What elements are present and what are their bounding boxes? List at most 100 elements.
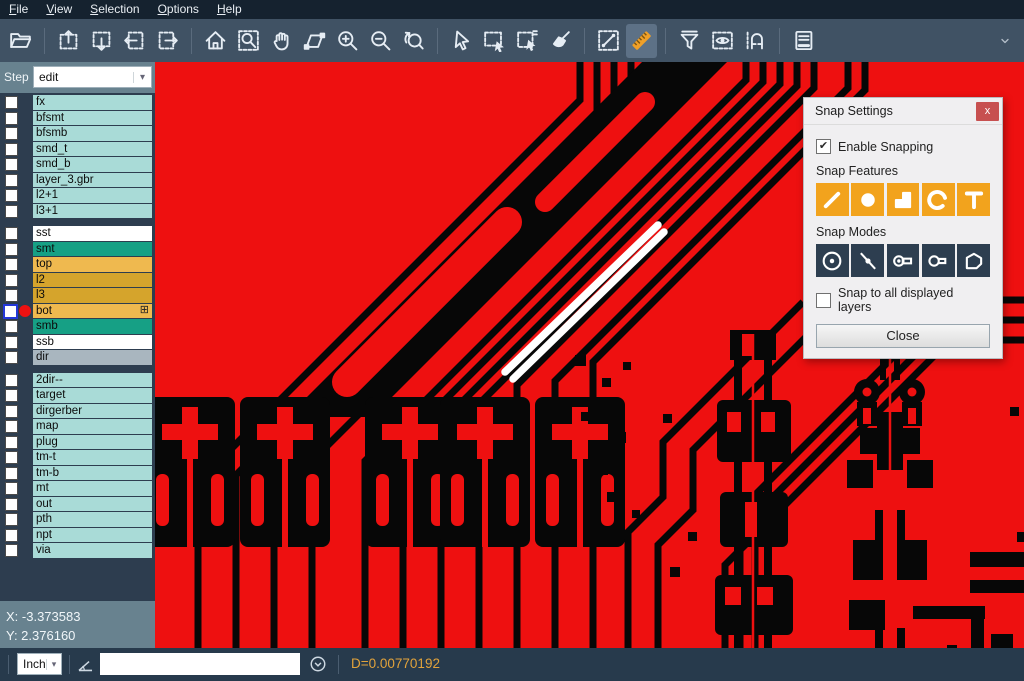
snap-button[interactable] [740,24,771,58]
layer-visibility-checkbox[interactable] [5,498,18,511]
layer-name-dir[interactable]: dir [33,350,152,365]
layer-name-bfsmt[interactable]: bfsmt [33,111,152,126]
layer-name-mt[interactable]: mt [33,481,152,496]
layer-visibility-checkbox[interactable] [5,289,18,302]
snap-pad-entry-button[interactable] [887,244,920,277]
unit-dropdown[interactable]: Inch ▾ [17,653,62,675]
layer-name-target[interactable]: target [33,388,152,403]
layer-visibility-checkbox[interactable] [5,227,18,240]
snap-pad-round-button[interactable] [851,183,884,216]
zoom-in-button[interactable] [332,24,363,58]
layer-name-bot[interactable]: bot⊞ [33,304,152,319]
zoom-previous-button[interactable] [398,24,429,58]
layer-name-layer_3.gbr[interactable]: layer_3.gbr [33,173,152,188]
close-button[interactable]: Close [816,324,990,348]
layer-name-pth[interactable]: pth [33,512,152,527]
layer-visibility-checkbox[interactable] [5,174,18,187]
layer-visibility-checkbox[interactable] [5,143,18,156]
layer-visibility-checkbox[interactable] [5,258,18,271]
layer-name-top[interactable]: top [33,257,152,272]
layer-name-plug[interactable]: plug [33,435,152,450]
layer-name-l3+1[interactable]: l3+1 [33,204,152,219]
layer-visibility-checkbox[interactable] [5,336,18,349]
layer-name-l2[interactable]: l2 [33,273,152,288]
zoom-window-button[interactable] [233,24,264,58]
measure-input[interactable] [100,653,300,675]
shift-up-button[interactable] [53,24,84,58]
home-view-button[interactable] [200,24,231,58]
menu-item-file[interactable]: File [0,0,37,19]
grid-icon[interactable]: ⊞ [140,305,149,316]
snap-center-button[interactable] [816,244,849,277]
view-options-button[interactable] [707,24,738,58]
layer-visibility-checkbox[interactable] [5,405,18,418]
pan-button[interactable] [266,24,297,58]
snap-pad-outline-button[interactable] [922,244,955,277]
layer-name-out[interactable]: out [33,497,152,512]
shift-down-button[interactable] [86,24,117,58]
layer-name-map[interactable]: map [33,419,152,434]
menu-item-selection[interactable]: Selection [81,0,148,19]
layer-visibility-checkbox[interactable] [5,351,18,364]
layer-visibility-checkbox[interactable] [5,274,18,287]
layer-name-bfsmb[interactable]: bfsmb [33,126,152,141]
select-window-button[interactable] [479,24,510,58]
layer-visibility-checkbox[interactable] [5,513,18,526]
layer-visibility-checkbox[interactable] [5,320,18,333]
measure-ruler-button[interactable] [626,24,657,58]
clean-selection-button[interactable] [545,24,576,58]
layer-visibility-checkbox[interactable] [5,96,18,109]
layer-name-smt[interactable]: smt [33,242,152,257]
open-file-button[interactable] [5,24,36,58]
layer-visibility-checkbox[interactable] [5,243,18,256]
apply-circle-icon[interactable] [309,655,327,673]
layer-visibility-checkbox[interactable] [3,304,18,319]
layer-visibility-checkbox[interactable] [5,529,18,542]
layer-name-dirgerber[interactable]: dirgerber [33,404,152,419]
layer-name-smd_b[interactable]: smd_b [33,157,152,172]
zoom-out-button[interactable] [365,24,396,58]
enable-snapping-checkbox[interactable]: ✔ [816,139,831,154]
snap-text-button[interactable] [957,183,990,216]
report-button[interactable] [788,24,819,58]
layer-visibility-checkbox[interactable] [5,189,18,202]
layer-visibility-checkbox[interactable] [5,467,18,480]
snap-arc-button[interactable] [922,183,955,216]
snap-all-layers-checkbox[interactable] [816,293,831,308]
layer-visibility-checkbox[interactable] [5,482,18,495]
layer-visibility-checkbox[interactable] [5,451,18,464]
zoom-polygon-button[interactable] [299,24,330,58]
layer-name-smd_t[interactable]: smd_t [33,142,152,157]
layer-name-2dir--[interactable]: 2dir-- [33,373,152,388]
layer-visibility-checkbox[interactable] [5,420,18,433]
layer-visibility-checkbox[interactable] [5,436,18,449]
dialog-title-bar[interactable]: Snap Settings x [804,98,1002,125]
snap-contour-button[interactable] [957,244,990,277]
layer-name-l3[interactable]: l3 [33,288,152,303]
layer-name-smb[interactable]: smb [33,319,152,334]
close-icon[interactable]: x [976,102,999,121]
shift-right-button[interactable] [152,24,183,58]
layer-visibility-checkbox[interactable] [5,158,18,171]
layer-name-l2+1[interactable]: l2+1 [33,188,152,203]
layer-name-npt[interactable]: npt [33,528,152,543]
select-pointer-button[interactable] [446,24,477,58]
snap-midline-button[interactable] [851,244,884,277]
measure-points-button[interactable] [593,24,624,58]
menu-item-view[interactable]: View [37,0,81,19]
layer-name-ssb[interactable]: ssb [33,335,152,350]
layer-visibility-checkbox[interactable] [5,544,18,557]
menu-item-help[interactable]: Help [208,0,251,19]
snap-line-button[interactable] [816,183,849,216]
layer-name-tm-t[interactable]: tm-t [33,450,152,465]
layer-name-tm-b[interactable]: tm-b [33,466,152,481]
layer-visibility-checkbox[interactable] [5,205,18,218]
layer-name-sst[interactable]: sst [33,226,152,241]
layer-name-fx[interactable]: fx [33,95,152,110]
menu-item-options[interactable]: Options [149,0,208,19]
chevron-down-icon[interactable] [989,24,1020,58]
layer-visibility-checkbox[interactable] [5,127,18,140]
layer-visibility-checkbox[interactable] [5,389,18,402]
shift-left-button[interactable] [119,24,150,58]
select-reference-button[interactable] [512,24,543,58]
